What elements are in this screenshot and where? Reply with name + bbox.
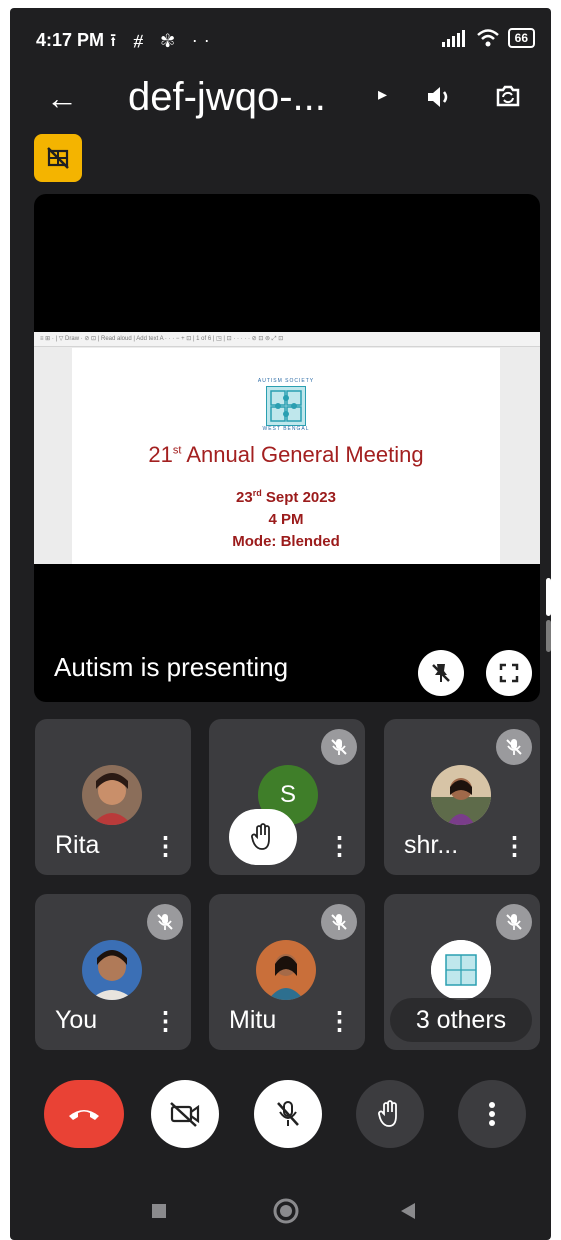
participant-tile[interactable]: Mitu ⋮ xyxy=(209,894,365,1050)
slide-date: 23rd Sept 2023 xyxy=(236,488,336,506)
system-nav-bar xyxy=(10,1178,551,1240)
mic-off-icon xyxy=(496,904,532,940)
camera-toggle-button[interactable] xyxy=(151,1080,219,1148)
avatar xyxy=(431,940,491,1000)
avatar xyxy=(256,940,316,1000)
autism-society-logo xyxy=(266,386,306,426)
presenting-label: Autism is presenting xyxy=(54,652,289,682)
status-right: 66 xyxy=(441,28,535,48)
phone-screen: 4:17 PM ⭱ ⧣ ✾ ·· 66 ← def-jwqo-... ▸ ≡ ⊞… xyxy=(10,8,551,1240)
mic-off-icon xyxy=(147,904,183,940)
speaker-icon[interactable] xyxy=(424,82,454,112)
logo-caption-top: AUTISM SOCIETY xyxy=(257,378,315,384)
slide-time: 4 PM xyxy=(268,511,304,528)
slide-title: 21st Annual General Meeting xyxy=(148,442,424,467)
hand-icon xyxy=(251,823,270,850)
signal-icon xyxy=(441,30,465,47)
participant-tile[interactable]: Rita ⋮ xyxy=(35,719,191,875)
participant-tile[interactable]: You ⋮ xyxy=(35,894,191,1050)
recents-icon[interactable] xyxy=(151,1203,167,1219)
unpin-button[interactable] xyxy=(418,650,464,696)
participant-name: You xyxy=(55,1006,98,1034)
shared-screen: ≡ ⊞ · | ▽ Draw · ⊘ ⊡ | Read aloud | Add … xyxy=(34,332,540,564)
more-options-icon[interactable]: ⋮ xyxy=(153,831,178,861)
slide-details: 23rd Sept 2023 4 PM Mode: Blended xyxy=(72,482,500,553)
battery-icon: 66 xyxy=(507,28,535,48)
more-options-icon[interactable]: ⋮ xyxy=(502,831,527,861)
participant-name: shr... xyxy=(404,831,459,859)
notification-icons: ⭱ ⧣ ✾ ·· xyxy=(110,30,216,50)
wifi-icon xyxy=(476,29,499,47)
mic-off-icon xyxy=(277,1101,299,1126)
meeting-code[interactable]: def-jwqo-... xyxy=(128,72,326,122)
phone-hangup-icon xyxy=(69,1110,99,1120)
status-bar: 4:17 PM ⭱ ⧣ ✾ ·· 66 xyxy=(10,8,551,68)
participant-name: Rita xyxy=(55,831,100,859)
pin-off-icon xyxy=(432,664,450,682)
grid-off-icon xyxy=(47,147,69,169)
presentation-stage[interactable]: ≡ ⊞ · | ▽ Draw · ⊘ ⊡ | Read aloud | Add … xyxy=(34,194,540,702)
meeting-top-bar: ← def-jwqo-... ▸ xyxy=(10,68,551,128)
back-nav-icon[interactable] xyxy=(399,1201,417,1221)
pdf-viewer-toolbar: ≡ ⊞ · | ▽ Draw · ⊘ ⊡ | Read aloud | Add … xyxy=(34,332,540,347)
more-options-icon[interactable]: ⋮ xyxy=(327,831,352,861)
video-off-icon xyxy=(170,1102,200,1127)
scrollbar-track xyxy=(546,620,551,652)
end-call-button[interactable] xyxy=(44,1080,124,1148)
more-options-button[interactable] xyxy=(458,1080,526,1148)
avatar xyxy=(431,765,491,825)
no-video-badge[interactable] xyxy=(34,134,82,182)
mic-off-icon xyxy=(496,729,532,765)
mic-off-icon xyxy=(321,729,357,765)
more-options-icon[interactable]: ⋮ xyxy=(153,1006,178,1036)
others-count: 3 others xyxy=(390,998,532,1042)
hand-icon xyxy=(378,1100,397,1127)
fullscreen-button[interactable] xyxy=(486,650,532,696)
others-tile[interactable]: 3 others xyxy=(384,894,540,1050)
more-options-icon[interactable]: ⋮ xyxy=(327,1006,352,1036)
switch-camera-icon[interactable] xyxy=(492,80,524,112)
fullscreen-icon xyxy=(499,663,519,683)
scrollbar-thumb[interactable] xyxy=(546,578,551,616)
slide-mode: Mode: Blended xyxy=(232,533,340,550)
back-arrow-icon[interactable]: ← xyxy=(46,78,78,118)
raise-hand-button[interactable] xyxy=(356,1080,424,1148)
avatar xyxy=(82,765,142,825)
avatar xyxy=(82,940,142,1000)
status-time: 4:17 PM xyxy=(36,30,105,50)
raised-hand-badge xyxy=(229,809,297,865)
participant-tile[interactable]: S ⋮ xyxy=(209,719,365,875)
chevron-right-icon[interactable]: ▸ xyxy=(378,84,387,105)
mic-toggle-button[interactable] xyxy=(254,1080,322,1148)
more-vert-icon xyxy=(489,1102,495,1126)
participant-tile[interactable]: shr... ⋮ xyxy=(384,719,540,875)
slide-page: AUTISM SOCIETY WEST BENGAL 21st Annual G… xyxy=(72,348,500,564)
mic-off-icon xyxy=(321,904,357,940)
home-icon[interactable] xyxy=(272,1197,300,1225)
participant-name: Mitu xyxy=(229,1006,277,1034)
